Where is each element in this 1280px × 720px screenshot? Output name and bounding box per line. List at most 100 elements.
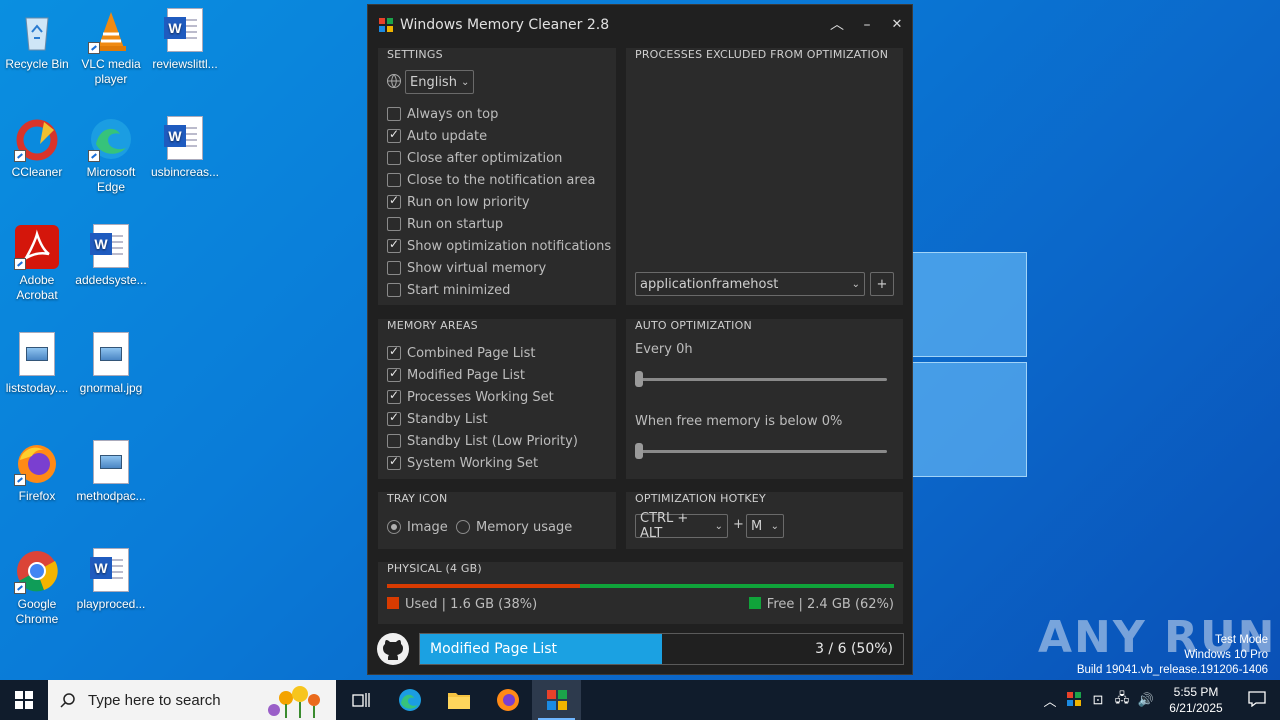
memory-cleaner-tray-icon[interactable] xyxy=(1062,691,1086,709)
desktop-icon-chrome[interactable]: Google Chrome xyxy=(0,548,74,627)
checkbox-checked[interactable] xyxy=(387,388,401,404)
taskbar-firefox[interactable] xyxy=(483,680,532,720)
checkbox-label: System Working Set xyxy=(407,455,539,471)
checkbox-unchecked[interactable] xyxy=(387,261,401,275)
settings-option[interactable]: Run on startup xyxy=(387,214,503,234)
desktop-icon-image-file[interactable]: methodpac... xyxy=(74,440,148,504)
settings-option[interactable]: Show virtual memory xyxy=(387,258,546,278)
hotkey-modifier-select[interactable]: CTRL + ALT ⌄ xyxy=(635,511,728,541)
settings-option[interactable]: Auto update xyxy=(387,126,487,146)
checkbox-unchecked[interactable] xyxy=(387,173,401,187)
volume-icon[interactable]: 🔊 xyxy=(1134,692,1158,708)
free-memory-slider-thumb[interactable] xyxy=(635,443,643,459)
settings-option[interactable]: Always on top xyxy=(387,104,498,124)
desktop-icon-recycle-bin[interactable]: Recycle Bin xyxy=(0,8,74,72)
radio-button[interactable] xyxy=(456,520,470,534)
free-memory-slider[interactable] xyxy=(639,450,887,453)
checkbox-label: Run on low priority xyxy=(407,194,530,210)
checkbox-label: Run on startup xyxy=(407,216,504,232)
desktop-icon-label: Recycle Bin xyxy=(5,57,69,71)
chevron-up-icon[interactable]: ︿ xyxy=(1038,691,1062,710)
optimization-progress: Modified Page List 3 / 6 (50%) xyxy=(419,633,904,665)
checkbox-checked[interactable] xyxy=(387,366,401,382)
radio-button[interactable] xyxy=(387,520,401,534)
panel-title: SETTINGS xyxy=(387,48,443,61)
checkbox-unchecked[interactable] xyxy=(387,217,401,231)
settings-option[interactable]: Close to the notification area xyxy=(387,170,595,190)
device-icon[interactable]: ⊡ xyxy=(1086,692,1110,708)
desktop-icon-acrobat[interactable]: Adobe Acrobat xyxy=(0,224,74,303)
taskbar-search-box[interactable]: Type here to search xyxy=(48,680,336,720)
github-icon[interactable] xyxy=(377,633,409,665)
taskbar-edge[interactable] xyxy=(385,680,434,720)
start-button[interactable] xyxy=(0,680,48,720)
desktop-icon-vlc[interactable]: VLC media player xyxy=(74,8,148,87)
settings-option[interactable]: Close after optimization xyxy=(387,148,562,168)
firefox-icon xyxy=(14,440,60,486)
settings-option[interactable]: Run on low priority xyxy=(387,192,530,212)
desktop-icon-label: playproced... xyxy=(76,597,146,611)
excluded-process-list[interactable] xyxy=(635,68,894,264)
task-view-button[interactable] xyxy=(336,680,385,720)
desktop-icon-word-doc[interactable]: W usbincreas... xyxy=(148,116,222,180)
desktop-icon-ccleaner[interactable]: CCleaner xyxy=(0,116,74,180)
modifier-value: CTRL + ALT xyxy=(640,511,689,541)
checkbox-checked[interactable] xyxy=(387,410,401,426)
memory-area-option[interactable]: Standby List xyxy=(387,409,488,429)
clock-time: 5:55 PM xyxy=(1173,685,1219,699)
language-select[interactable]: English ⌄ xyxy=(405,70,474,94)
collapse-chevron-up-icon[interactable]: ︿ xyxy=(822,10,852,40)
free-color-swatch xyxy=(748,597,761,609)
checkbox-checked[interactable] xyxy=(387,344,401,360)
window-title: Windows Memory Cleaner 2.8 xyxy=(400,17,610,33)
taskbar-file-explorer[interactable] xyxy=(434,680,483,720)
checkbox-checked[interactable] xyxy=(387,454,401,470)
title-bar[interactable]: Windows Memory Cleaner 2.8 ︿ – ✕ xyxy=(368,5,912,45)
desktop-icon-edge[interactable]: Microsoft Edge xyxy=(74,116,148,195)
checkbox-checked[interactable] xyxy=(387,237,401,253)
tray-icon-memory-radio[interactable]: Memory usage xyxy=(456,517,572,537)
settings-option[interactable]: Start minimized xyxy=(387,280,510,300)
checkbox-unchecked[interactable] xyxy=(387,151,401,165)
word-document-icon: W xyxy=(90,224,129,268)
taskbar-clock[interactable]: 5:55 PM 6/21/2025 xyxy=(1158,684,1234,716)
panel-title: PROCESSES EXCLUDED FROM OPTIMIZATION xyxy=(635,48,889,61)
minimize-button[interactable]: – xyxy=(852,10,882,40)
checkbox-unchecked[interactable] xyxy=(387,107,401,121)
memory-area-option[interactable]: Processes Working Set xyxy=(387,387,554,407)
hotkey-key-select[interactable]: M ⌄ xyxy=(746,514,784,538)
tray-icon-image-radio[interactable]: Image xyxy=(387,517,448,537)
settings-option[interactable]: Show optimization notifications xyxy=(387,236,611,256)
memory-cleaner-window: Windows Memory Cleaner 2.8 ︿ – ✕ SETTING… xyxy=(367,4,913,675)
interval-slider[interactable] xyxy=(639,378,887,381)
process-select[interactable]: applicationframehost ⌄ xyxy=(635,272,865,296)
notification-center-icon[interactable] xyxy=(1234,690,1280,710)
desktop-icon-word-doc[interactable]: W addedsyste... xyxy=(74,224,148,288)
add-process-button[interactable]: + xyxy=(870,272,894,296)
desktop-icon-word-doc[interactable]: W reviewslittl... xyxy=(148,8,222,72)
memory-area-option[interactable]: Modified Page List xyxy=(387,365,525,385)
close-button[interactable]: ✕ xyxy=(882,10,912,40)
process-select-value: applicationframehost xyxy=(640,276,779,292)
word-document-icon: W xyxy=(164,8,203,52)
memory-areas-panel: MEMORY AREAS Combined Page List Modified … xyxy=(378,319,616,479)
interval-slider-thumb[interactable] xyxy=(635,371,643,387)
checkbox-checked[interactable] xyxy=(387,127,401,143)
desktop-icon-image-file[interactable]: liststoday.... xyxy=(0,332,74,396)
excluded-processes-panel: PROCESSES EXCLUDED FROM OPTIMIZATION app… xyxy=(626,48,903,305)
memory-area-option[interactable]: Standby List (Low Priority) xyxy=(387,431,578,451)
desktop-icon-firefox[interactable]: Firefox xyxy=(0,440,74,504)
checkbox-unchecked[interactable] xyxy=(387,434,401,448)
edge-icon xyxy=(398,689,421,711)
desktop-icon-image-file[interactable]: gnormal.jpg xyxy=(74,332,148,396)
checkbox-checked[interactable] xyxy=(387,193,401,209)
memory-area-option[interactable]: Combined Page List xyxy=(387,343,536,363)
taskbar-memory-cleaner[interactable] xyxy=(532,680,581,720)
free-memory-text: Free | 2.4 GB (62%) xyxy=(766,597,894,612)
desktop-icon-word-doc[interactable]: W playproced... xyxy=(74,548,148,612)
progress-status-text: Modified Page List xyxy=(430,641,558,657)
network-icon[interactable]: 🖧 xyxy=(1110,689,1134,711)
progress-count-text: 3 / 6 (50%) xyxy=(815,641,893,657)
checkbox-unchecked[interactable] xyxy=(387,283,401,297)
memory-area-option[interactable]: System Working Set xyxy=(387,453,538,473)
